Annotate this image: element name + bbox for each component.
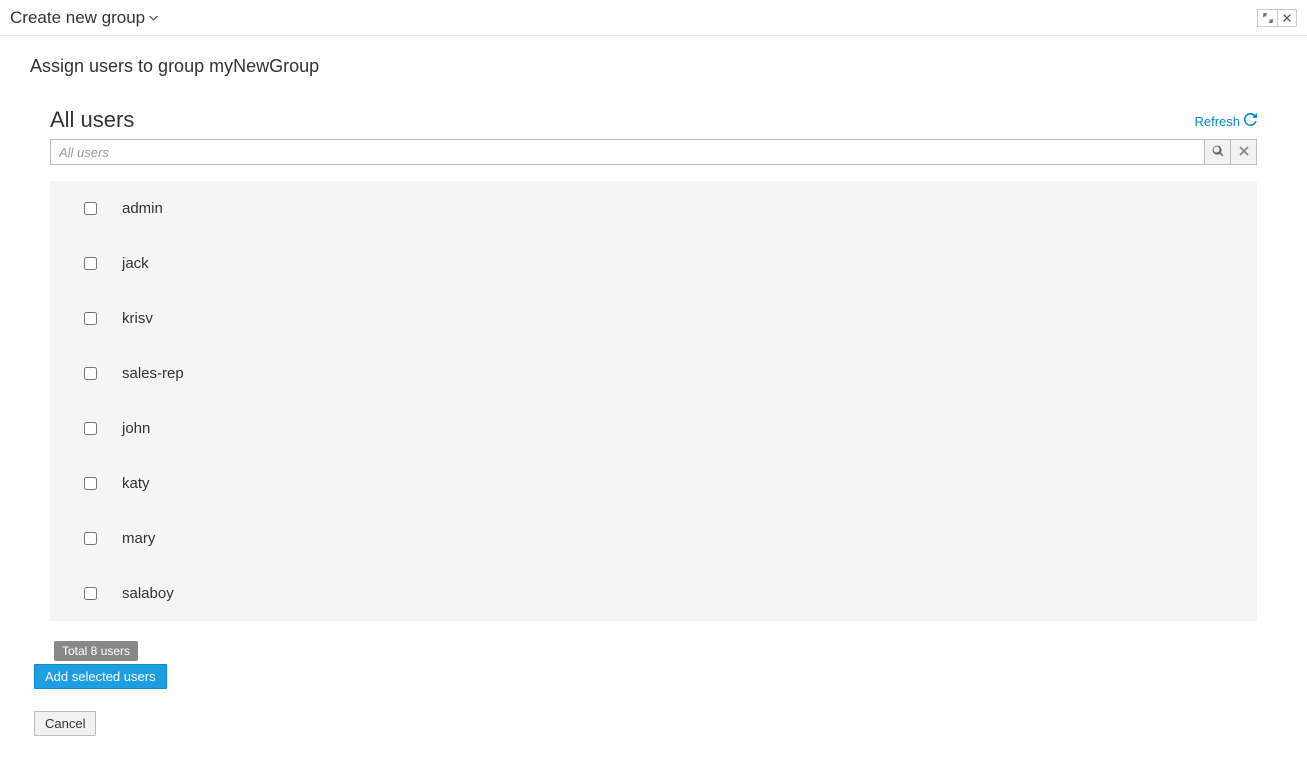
user-list: admin jack krisv sales-rep john katy [50,181,1257,621]
user-name-label: salaboy [122,585,174,602]
refresh-link[interactable]: Refresh [1194,113,1257,129]
modal-content: Assign users to group myNewGroup All use… [0,36,1307,746]
close-button[interactable] [1277,9,1297,27]
user-name-label: jack [122,255,149,272]
user-checkbox[interactable] [84,312,97,325]
list-item: jack [50,236,1257,291]
user-checkbox[interactable] [84,367,97,380]
modal-title[interactable]: Create new group [10,8,158,28]
modal-controls [1257,9,1297,27]
chevron-down-icon [149,13,158,25]
user-checkbox[interactable] [84,587,97,600]
user-checkbox[interactable] [84,257,97,270]
cancel-button[interactable]: Cancel [34,711,96,736]
modal-title-text: Create new group [10,8,145,28]
user-name-label: katy [122,475,150,492]
user-name-label: sales-rep [122,365,184,382]
search-button[interactable] [1205,139,1231,165]
user-name-label: john [122,420,150,437]
modal-header: Create new group [0,0,1307,36]
user-checkbox[interactable] [84,202,97,215]
list-item: john [50,401,1257,456]
user-name-label: mary [122,530,155,547]
close-icon [1238,145,1250,160]
list-item: salaboy [50,566,1257,621]
list-item: krisv [50,291,1257,346]
refresh-label: Refresh [1194,114,1240,129]
user-checkbox[interactable] [84,532,97,545]
user-checkbox[interactable] [84,477,97,490]
user-checkbox[interactable] [84,422,97,435]
user-name-label: krisv [122,310,153,327]
maximize-button[interactable] [1257,9,1277,27]
list-item: sales-rep [50,346,1257,401]
list-item: admin [50,181,1257,236]
refresh-icon [1244,113,1257,129]
user-name-label: admin [122,200,163,217]
search-input[interactable] [50,139,1205,165]
add-selected-users-button[interactable]: Add selected users [34,664,167,689]
list-item: katy [50,456,1257,511]
section-title: All users [50,107,134,133]
total-users-badge: Total 8 users [54,641,138,661]
search-icon [1212,145,1224,160]
clear-search-button[interactable] [1231,139,1257,165]
page-subtitle: Assign users to group myNewGroup [30,56,1277,77]
search-row [50,139,1257,165]
list-item: mary [50,511,1257,566]
